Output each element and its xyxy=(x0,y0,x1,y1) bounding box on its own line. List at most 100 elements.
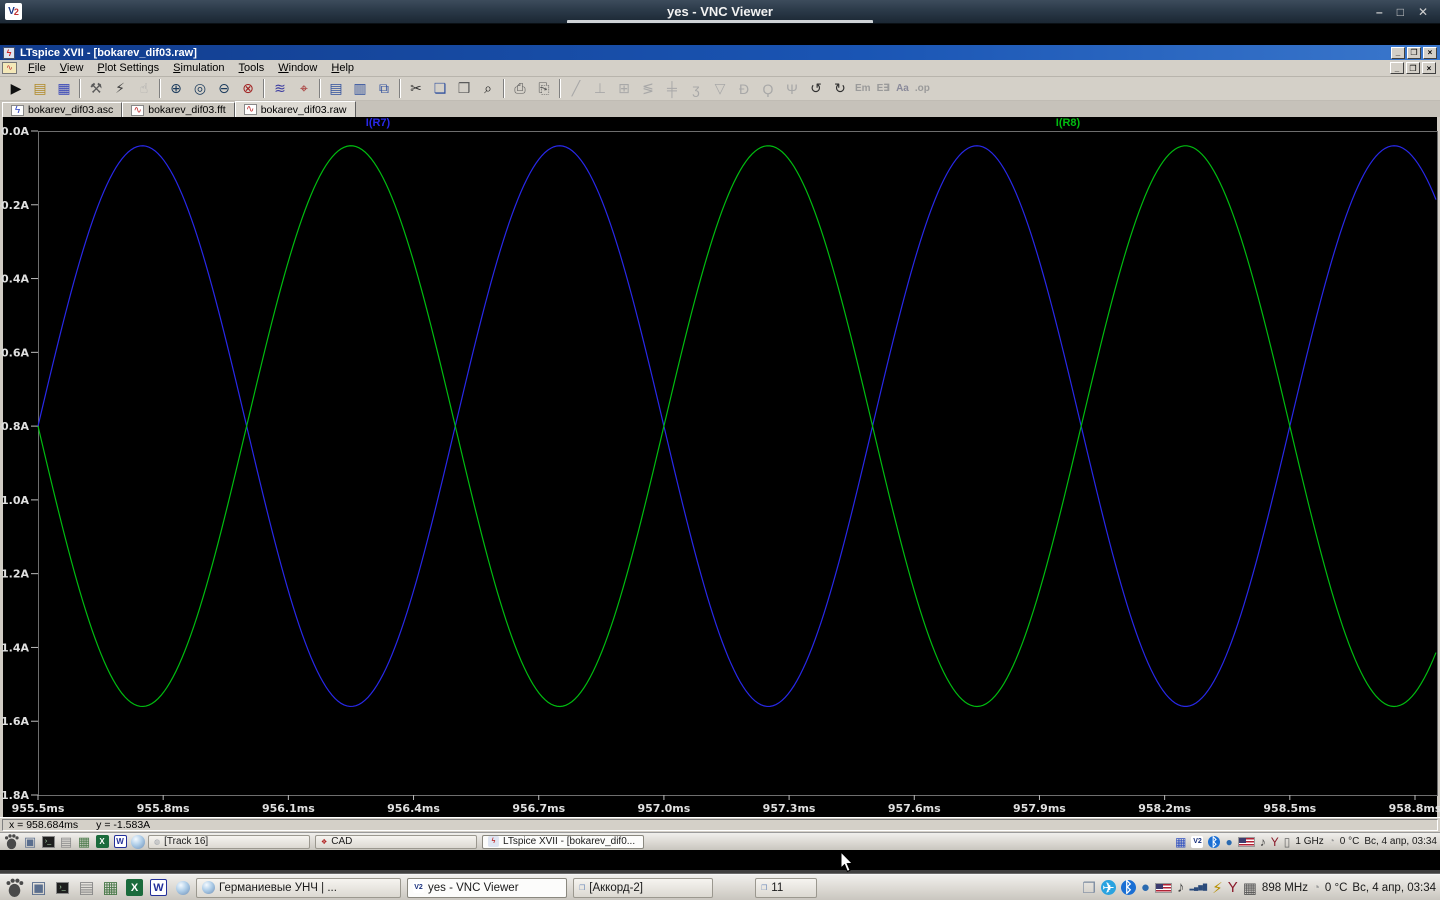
print-icon[interactable]: ⎙ xyxy=(508,78,532,99)
cascade-windows-icon[interactable]: ⧉ xyxy=(372,78,396,99)
word-launcher[interactable]: W xyxy=(148,878,169,898)
taskbar-task-browser-icon[interactable]: Германиевые УНЧ | ... xyxy=(196,877,401,898)
water-drop-tray-icon[interactable]: ● xyxy=(1225,835,1232,849)
excel-launcher[interactable]: X xyxy=(95,835,109,848)
vnc-tray-icon[interactable]: V2 xyxy=(1191,835,1204,848)
terminal-launcher[interactable]: ›_ xyxy=(56,881,69,894)
globe-launcher[interactable] xyxy=(175,880,190,895)
menu-file[interactable]: File xyxy=(21,61,53,75)
taskbar-task-cad-app-icon[interactable]: ❖ CAD xyxy=(315,834,477,849)
us-flag-tray-icon[interactable] xyxy=(1154,882,1172,893)
card-reader-tray-icon[interactable]: ▯ xyxy=(1284,835,1291,849)
vnc-toolbar-reveal-strip[interactable] xyxy=(567,20,873,23)
archive-launcher[interactable]: ▤ xyxy=(78,878,94,898)
save-icon[interactable]: ▦ xyxy=(52,78,76,99)
taskbar-task-media-player-icon[interactable]: ◍ [Track 16] xyxy=(148,834,310,849)
menu-plot-settings[interactable]: Plot Settings xyxy=(90,61,166,75)
mark-data-points-icon[interactable]: ⌖ xyxy=(292,78,316,99)
archive-launcher[interactable]: ▤ xyxy=(58,834,74,849)
close-icon[interactable]: ✕ xyxy=(1418,5,1428,19)
copy-icon[interactable]: ❏ xyxy=(428,78,452,99)
mdi-restore-icon[interactable]: ❐ xyxy=(1406,62,1420,74)
volume-tray-icon[interactable]: ♪ xyxy=(1260,835,1266,849)
autorange-icon[interactable]: ≋ xyxy=(268,78,292,99)
print-preview-icon[interactable]: ⎘ xyxy=(532,78,556,99)
find-icon[interactable]: ⌕ xyxy=(476,78,500,99)
run-icon[interactable]: ⚡ xyxy=(108,78,132,99)
excel-launcher[interactable]: X xyxy=(124,878,145,898)
screenshot-launcher[interactable]: ▣ xyxy=(24,834,36,850)
control-panel-icon[interactable]: ⚒ xyxy=(84,78,108,99)
trace-name-label[interactable]: I(R7) xyxy=(366,117,390,129)
trace-name-label[interactable]: I(R8) xyxy=(1056,117,1080,129)
maximize-icon[interactable]: □ xyxy=(1397,5,1404,19)
bluetooth-tray-icon[interactable]: ᛒ xyxy=(1120,879,1136,896)
screenshot-launcher[interactable]: ▣ xyxy=(30,878,46,898)
calculator-launcher[interactable]: ▦ xyxy=(100,878,121,898)
excel-launcher[interactable]: X xyxy=(94,834,110,849)
tab-bokarev_dif03.raw[interactable]: ∿ bokarev_dif03.raw xyxy=(234,101,356,117)
wine-tray-icon[interactable]: Y xyxy=(1271,835,1279,849)
excel-launcher[interactable]: X xyxy=(126,879,143,896)
waveform-plot[interactable]: 0.0A -0.2A -0.4A -0.6A -0.8A -1.0A -1.2A -1.4A -… xyxy=(0,117,1440,817)
taskbar-task-ltspice-icon[interactable]: ϟ LTspice XVII - [bokarev_dif0... xyxy=(482,834,644,849)
taskbar-task-folder-icon[interactable]: ❒ [Аккорд-2] xyxy=(573,877,713,898)
trace-I(R8)[interactable] xyxy=(37,145,1437,708)
ltspice-titlebar[interactable]: ϟ LTspice XVII - [bokarev_dif03.raw] _ ❐… xyxy=(0,45,1440,60)
word-launcher[interactable]: W xyxy=(112,834,128,849)
tab-bokarev_dif03.asc[interactable]: ϟ bokarev_dif03.asc xyxy=(2,102,123,117)
file-manager-tray-icon[interactable]: ❒ xyxy=(1082,879,1095,897)
menu-help[interactable]: Help xyxy=(324,61,361,75)
close-icon[interactable]: × xyxy=(1423,46,1437,59)
globe-launcher[interactable] xyxy=(131,834,145,849)
gnome-footprint-menu-icon[interactable] xyxy=(3,833,20,850)
archive-launcher[interactable]: ▤ xyxy=(76,878,97,898)
mdi-close-icon[interactable]: × xyxy=(1422,62,1436,74)
terminal-launcher[interactable]: ›_ xyxy=(40,834,56,849)
calculator-launcher[interactable]: ▦ xyxy=(78,834,90,850)
word-launcher[interactable]: W xyxy=(113,835,127,848)
gnome-footprint-menu-icon[interactable] xyxy=(4,877,25,898)
halt-icon[interactable]: ☝ xyxy=(132,78,156,99)
waveform-chart[interactable]: 0.0A -0.2A -0.4A -0.6A -0.8A -1.0A -1.2A -1.4A -… xyxy=(0,117,1440,817)
battery-tray-icon[interactable]: ⚡ xyxy=(1212,879,1223,897)
redo-icon[interactable]: ↻ xyxy=(828,78,852,99)
screenshot-launcher[interactable]: ▣ xyxy=(22,834,38,849)
taskbar-task-vnc-icon[interactable]: V2 yes - VNC Viewer xyxy=(407,877,567,898)
terminal-launcher[interactable]: ›_ xyxy=(52,878,73,898)
new-schematic-icon[interactable]: ▶ xyxy=(4,78,28,99)
water-drop-tray-icon[interactable]: ● xyxy=(1141,879,1150,896)
clock[interactable]: Вс, 4 апр, 03:34 xyxy=(1352,882,1436,894)
zoom-full-icon[interactable]: ⊗ xyxy=(236,78,260,99)
tab-bokarev_dif03.fft[interactable]: ∿ bokarev_dif03.fft xyxy=(122,102,235,117)
trace-I(R7)[interactable] xyxy=(37,145,1437,708)
menu-tools[interactable]: Tools xyxy=(232,61,272,75)
calculator-launcher[interactable]: ▦ xyxy=(102,878,118,898)
minimize-icon[interactable]: – xyxy=(1376,5,1383,19)
clock[interactable]: Вс, 4 апр, 03:34 xyxy=(1364,836,1437,847)
zoom-in-icon[interactable]: ⊕ xyxy=(164,78,188,99)
telegram-tray-icon[interactable]: ✈ xyxy=(1100,880,1116,897)
globe-launcher[interactable] xyxy=(172,878,193,898)
taskbar-task-folder-icon[interactable]: ❒ 11 xyxy=(755,877,817,898)
zoom-out-icon[interactable]: ⊖ xyxy=(212,78,236,99)
undo-icon[interactable]: ↺ xyxy=(804,78,828,99)
wine-tray-icon[interactable]: Y xyxy=(1228,879,1238,896)
mdi-minimize-icon[interactable]: _ xyxy=(1390,62,1404,74)
mdi-document-icon[interactable]: ∿ xyxy=(2,62,17,74)
zoom-area-icon[interactable]: ◎ xyxy=(188,78,212,99)
save-session-tray-icon[interactable]: ▦ xyxy=(1175,835,1186,849)
cut-icon[interactable]: ✂ xyxy=(404,78,428,99)
open-icon[interactable]: ▤ xyxy=(28,78,52,99)
memory-chip-tray-icon[interactable]: ▦ xyxy=(1243,879,1257,897)
paste-icon[interactable]: ❒ xyxy=(452,78,476,99)
restore-icon[interactable]: ❐ xyxy=(1407,46,1421,59)
calculator-launcher[interactable]: ▦ xyxy=(76,834,92,849)
signal-bars-tray-icon[interactable]: ▂▄▆█ xyxy=(1189,884,1207,891)
menu-simulation[interactable]: Simulation xyxy=(166,61,231,75)
bluetooth-tray-icon[interactable]: ᛒ xyxy=(1208,835,1221,849)
tile-vertical-icon[interactable]: ▥ xyxy=(348,78,372,99)
menu-window[interactable]: Window xyxy=(271,61,324,75)
tile-horizontal-icon[interactable]: ▤ xyxy=(324,78,348,99)
volume-tray-icon[interactable]: ♪ xyxy=(1177,879,1185,896)
